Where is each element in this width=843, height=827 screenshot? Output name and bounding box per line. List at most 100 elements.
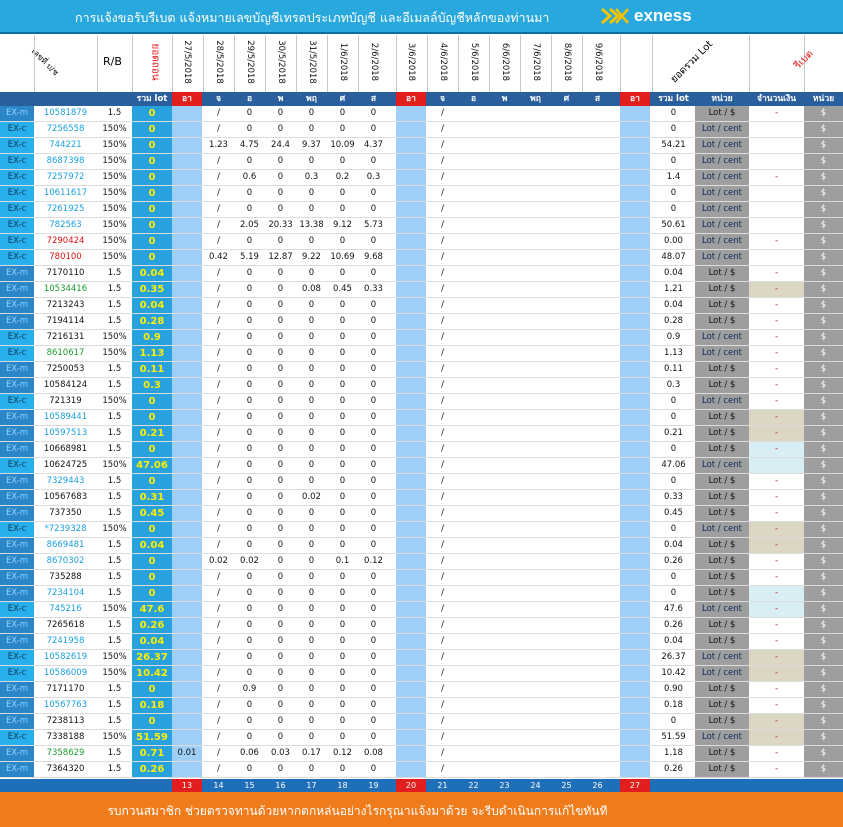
sunday-cell <box>396 634 426 649</box>
rebate-amount: - <box>749 698 804 713</box>
table-row[interactable]: EX-m 7265618 1.5 0.26 / 0 0 0 0 0 / 0.26 Lot / $ - $ <box>0 618 843 634</box>
rebate-amount: - <box>749 682 804 697</box>
account-number: 780100 <box>49 252 82 262</box>
day-lot: 0 <box>277 380 284 390</box>
rebate-rate: 1.5 <box>107 620 122 630</box>
sunday-cell <box>396 282 426 297</box>
table-row[interactable]: EX-m 7213243 1.5 0.04 / 0 0 0 0 0 / 0.04 Lot / $ - $ <box>0 298 843 314</box>
table-row[interactable]: EX-c 7257972 150% 0 / 0.6 0 0.3 0.2 0.3 / 1.4 Lot / … <box>0 170 843 186</box>
sum-lot: 0.11 <box>664 364 683 374</box>
unit: Lot / cent <box>695 122 749 137</box>
date-header: 5/6/2018 <box>468 42 479 82</box>
day-lot: / <box>217 476 220 486</box>
sum-lot: 1.13 <box>664 348 683 358</box>
currency: $ <box>804 298 843 313</box>
day-lot: 1.23 <box>209 140 228 150</box>
sum-lot: 0.45 <box>664 508 683 518</box>
day-lot: 0 <box>370 412 377 422</box>
sum-lot: 0 <box>670 716 677 726</box>
table-row[interactable]: EX-m 8670302 1.5 0 0.02 0.02 0 0 0.1 0.12 / 0.26 Lot… <box>0 554 843 570</box>
account-type: EX-m <box>0 298 34 313</box>
table-row[interactable]: EX-c *7239328 150% 0 / 0 0 0 0 0 / 0 Lot / cent - $ <box>0 522 843 538</box>
header-divider <box>652 35 653 92</box>
account-type: EX-m <box>0 634 34 649</box>
sunday-cell <box>620 378 650 393</box>
table-row[interactable]: EX-m 737350 1.5 0.45 / 0 0 0 0 0 / 0.45 Lot / $ - $ <box>0 506 843 522</box>
table-row[interactable]: EX-m 10534416 1.5 0.35 / 0 0 0.08 0.45 0.33 / 1.21 L… <box>0 282 843 298</box>
header-divider <box>296 35 297 92</box>
table-row[interactable]: EX-m 735288 1.5 0 / 0 0 0 0 0 / 0 Lot / $ - $ <box>0 570 843 586</box>
table-row[interactable]: EX-c 7256558 150% 0 / 0 0 0 0 0 / 0 Lot / cent $ <box>0 122 843 138</box>
table-row[interactable]: EX-m 7234104 1.5 0 / 0 0 0 0 0 / 0 Lot / $ - $ <box>0 586 843 602</box>
currency: $ <box>804 682 843 697</box>
table-row[interactable]: EX-c 780100 150% 0 0.42 5.19 12.87 9.22 10.69 9.6… <box>0 250 843 266</box>
table-row[interactable]: EX-c 745216 150% 47.6 / 0 0 0 0 0 / 47.6 Lot / cent -… <box>0 602 843 618</box>
account-number: 7238113 <box>46 716 85 726</box>
table-row[interactable]: EX-c 10611617 150% 0 / 0 0 0 0 0 / 0 Lot / cent $ <box>0 186 843 202</box>
account-type: EX-c <box>0 154 34 169</box>
day-lot: / <box>441 412 444 422</box>
table-row[interactable]: EX-c 8610617 150% 1.13 / 0 0 0 0 0 / 1.13 Lot / cent… <box>0 346 843 362</box>
table-row[interactable]: EX-c 10586009 150% 10.42 / 0 0 0 0 0 / 10.42 Lot / c… <box>0 666 843 682</box>
footer-day-number: 20 <box>396 779 426 792</box>
table-row[interactable]: EX-c 7338188 150% 51.59 / 0 0 0 0 0 / 51.59 Lot / ce… <box>0 730 843 746</box>
table-row[interactable]: EX-m 7171170 1.5 0/0.9 0 0 0 0/0.90 Lot / $ - $ <box>0 682 843 698</box>
unit: Lot / cent <box>695 602 749 617</box>
day-lot: 0 <box>308 716 315 726</box>
table-row[interactable]: EX-m 7238113 1.5 0 / 0 0 0 0 0 / 0 Lot / $ - $ <box>0 714 843 730</box>
table-row[interactable]: EX-c 7216131 150% 0.9 / 0 0 0 0 0 / 0.9 Lot / cent - $ <box>0 330 843 346</box>
weekday-header: อ <box>246 94 253 104</box>
header-divider <box>520 35 521 92</box>
day-lot: 0 <box>339 652 346 662</box>
table-row[interactable]: EX-m 7364320 1.5 0.26 / 0 0 0 0 0 / 0.26 Lot / $ - $ <box>0 762 843 778</box>
table-row[interactable]: EX-c 721319 150% 0 / 0 0 0 0 0 / 0 Lot / cent - $ <box>0 394 843 410</box>
day-lot: / <box>217 172 220 182</box>
currency: $ <box>804 314 843 329</box>
rb-header: R/B <box>103 55 122 68</box>
table-row[interactable]: EX-m 7250053 1.5 0.11 / 0 0 0 0 0 / 0.11 Lot / $ - $ <box>0 362 843 378</box>
table-row[interactable]: EX-m 7241958 1.5 0.04 / 0 0 0 0 0 / 0.04 Lot / $ - $ <box>0 634 843 650</box>
table-row[interactable]: EX-c 7290424 150% 0 / 0 0 0 0 0 / 0.00 Lot / cent - $ <box>0 234 843 250</box>
footer-day-number: 13 <box>172 779 202 792</box>
table-row[interactable]: EX-m 10567683 1.5 0.31 / 0 0 0.02 0 0 / 0.33 Lot / $… <box>0 490 843 506</box>
rebate-amount <box>749 138 804 153</box>
sunday-cell <box>396 154 426 169</box>
table-row[interactable]: EX-m 10584124 1.5 0.3 / 0 0 0 0 0 / 0.3 Lot / $ - $ <box>0 378 843 394</box>
day-lot: 0 <box>308 652 315 662</box>
day-lot: 0.33 <box>364 284 383 294</box>
table-row[interactable]: EX-c 782563 150% 0 / 2.05 20.33 13.38 9.12 5.73 / 5… <box>0 218 843 234</box>
table-row[interactable]: EX-c 8687398 150% 0 / 0 0 0 0 0 / 0 Lot / cent $ <box>0 154 843 170</box>
table-row[interactable]: EX-m 7170110 1.5 0.04 / 0 0 0 0 0 / 0.04 Lot / $ - $ <box>0 266 843 282</box>
table-row[interactable]: EX-m 10597513 1.5 0.21 / 0 0 0 0 0 / 0.21 Lot / $ - $ <box>0 426 843 442</box>
sum-lot: 0.33 <box>664 492 683 502</box>
table-row[interactable]: EX-m 10581879 1.5 0 / 0 0 0 0 0 / 0 Lot / $ - $ <box>0 106 843 122</box>
sunday-cell <box>396 746 426 761</box>
table-row[interactable]: EX-c 10582619 150% 26.37 / 0 0 0 0 0 / 26.37 Lot / c… <box>0 650 843 666</box>
unit: Lot / $ <box>695 698 749 713</box>
table-row[interactable]: EX-c 7261925 150% 0 / 0 0 0 0 0 / 0 Lot / cent $ <box>0 202 843 218</box>
day-lot: 0 <box>277 332 284 342</box>
account-type: EX-m <box>0 442 34 457</box>
sum-lot: 0 <box>670 188 677 198</box>
table-row[interactable]: EX-m 10668981 1.5 0 / 0 0 0 0 0 / 0 Lot / $ - $ <box>0 442 843 458</box>
rebate-rate: 1.5 <box>107 700 122 710</box>
table-row[interactable]: EX-c 744221 150% 0 1.23 4.75 24.4 9.37 10.09 4.37… <box>0 138 843 154</box>
sunday-cell <box>620 266 650 281</box>
account-number: 10584124 <box>43 380 88 390</box>
table-row[interactable]: EX-m 10589441 1.5 0 / 0 0 0 0 0 / 0 Lot / $ - $ <box>0 410 843 426</box>
rebate-amount: - <box>749 234 804 249</box>
table-row[interactable]: EX-m 7329443 1.5 0 / 0 0 0 0 0 / 0 Lot / $ - $ <box>0 474 843 490</box>
date-header: 6/6/2018 <box>499 42 510 82</box>
header-row <box>0 34 843 92</box>
table-row[interactable]: EX-m 8669481 1.5 0.04 / 0 0 0 0 0 / 0.04 Lot / $ - $ <box>0 538 843 554</box>
table-row[interactable]: EX-m 7358629 1.5 0.71 0.01 / 0.06 0.03 0.17 0.12 0… <box>0 746 843 762</box>
account-type: EX-m <box>0 570 34 585</box>
day-lot: 0 <box>308 764 315 774</box>
table-row[interactable]: EX-c 10624725 150% 47.06 / 0 0 0 0 0 / 47.06 Lot / c… <box>0 458 843 474</box>
table-row[interactable]: EX-m 10567763 1.5 0.18 / 0 0 0 0 0 / 0.18 Lot / $ - $ <box>0 698 843 714</box>
rebate-sheet: การแจ้งขอรับรีเบต แจ้งหมายเลขบัญชีเทรดปร… <box>0 0 843 827</box>
sunday-cell <box>396 762 426 777</box>
date-header: 28/5/2018 <box>213 40 224 84</box>
day-lot: 0 <box>277 444 284 454</box>
table-row[interactable]: EX-m 7194114 1.5 0.28 / 0 0 0 0 0 / 0.28 Lot / $ - $ <box>0 314 843 330</box>
